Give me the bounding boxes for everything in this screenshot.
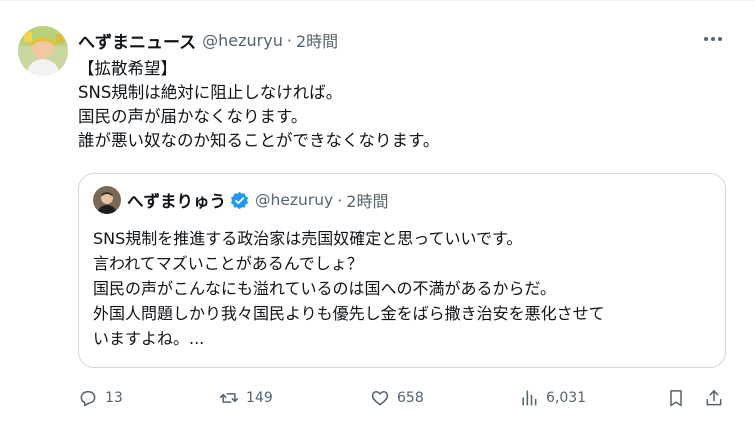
views-icon bbox=[522, 390, 537, 406]
share-icon bbox=[706, 390, 722, 406]
quote-text-line: 国民の声がこんなにも溢れているのは国への不満があるからだ。 bbox=[93, 279, 557, 298]
reply-button[interactable]: 13 bbox=[78, 384, 123, 412]
tweet-text-line: 誰が悪い奴なのか知ることができなくなります。 bbox=[78, 131, 440, 150]
avatar[interactable] bbox=[18, 26, 68, 76]
user-handle[interactable]: @hezuryu bbox=[202, 31, 283, 50]
quote-display-name: へずまりゅう bbox=[127, 192, 226, 211]
tweet-text-line: 【拡散希望】 bbox=[78, 59, 177, 78]
quote-header: へずまりゅう @hezuruy · 2時間 bbox=[127, 188, 388, 212]
bookmark-icon bbox=[670, 390, 682, 407]
quote-text-line: 外国人問題しかり我々国民よりも優先し金をばら撒き治安を悪化させて bbox=[93, 304, 605, 323]
heart-icon bbox=[371, 391, 389, 406]
quote-user-handle: @hezuruy bbox=[255, 191, 334, 209]
quote-avatar-image bbox=[93, 186, 121, 214]
quote-text-line: SNS規制を推進する政治家は売国奴確定と思っていいです。 bbox=[93, 229, 523, 248]
reply-icon bbox=[80, 391, 96, 407]
timestamp[interactable]: 2時間 bbox=[296, 28, 338, 52]
quote-text: SNS規制を推進する政治家は売国奴確定と思っていいです。 言われてマズいことがあ… bbox=[93, 226, 713, 351]
repost-icon bbox=[219, 393, 239, 403]
share-button[interactable] bbox=[704, 384, 724, 412]
tweet-header: へずまニュース @hezuryu · 2時間 bbox=[78, 28, 338, 53]
views-button[interactable]: 6,031 bbox=[519, 384, 586, 412]
quote-avatar bbox=[93, 186, 121, 214]
repost-count: 149 bbox=[246, 390, 273, 406]
tweet-text-line: SNS規制は絶対に阻止しなければ。 bbox=[78, 83, 343, 102]
more-icon[interactable] bbox=[700, 28, 726, 50]
bookmark-button[interactable] bbox=[666, 384, 686, 412]
display-name[interactable]: へずまニュース bbox=[78, 28, 196, 53]
avatar-image bbox=[18, 26, 68, 76]
quoted-tweet[interactable]: へずまりゅう @hezuruy · 2時間 SNS規制を推進する政治家は売国奴確… bbox=[78, 173, 726, 368]
tweet-text-line: 国民の声が届かなくなります。 bbox=[78, 107, 308, 126]
quote-separator-dot: · bbox=[337, 190, 343, 210]
separator-dot: · bbox=[286, 30, 292, 50]
reply-count: 13 bbox=[105, 390, 123, 406]
quote-text-line: 言われてマズいことがあるんでしょ？ bbox=[93, 254, 363, 273]
like-button[interactable]: 658 bbox=[370, 384, 424, 412]
verified-badge-icon bbox=[230, 191, 249, 210]
top-divider bbox=[0, 0, 755, 1]
tweet-text: 【拡散希望】 SNS規制は絶対に阻止しなければ。 国民の声が届かなくなります。 … bbox=[78, 57, 728, 153]
repost-button[interactable]: 149 bbox=[219, 384, 273, 412]
views-count: 6,031 bbox=[546, 390, 587, 406]
quote-timestamp: 2時間 bbox=[346, 192, 389, 211]
like-count: 658 bbox=[397, 390, 424, 406]
quote-text-line: いますよね。... bbox=[93, 329, 205, 348]
action-bar: 13 149 658 6,031 bbox=[78, 384, 728, 412]
